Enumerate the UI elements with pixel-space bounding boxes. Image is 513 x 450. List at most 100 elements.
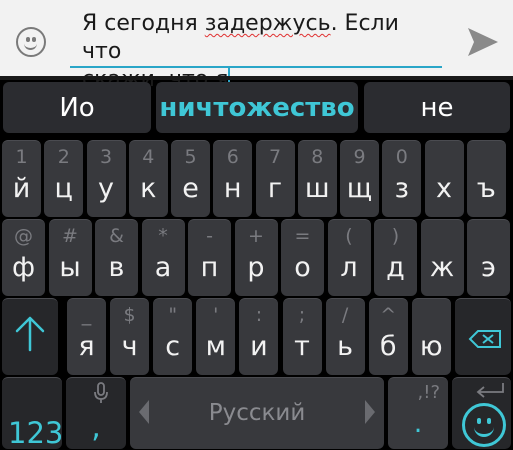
key-label: п: [200, 252, 219, 283]
space-key[interactable]: Русский: [130, 377, 384, 449]
key-secondary-label: ^: [380, 304, 397, 326]
key-label: ж: [429, 252, 455, 283]
divider: [0, 76, 513, 80]
key-label: о: [294, 252, 311, 283]
key-r3-7[interactable]: ^ б: [368, 298, 408, 375]
numbers-key-label: 123: [8, 416, 64, 450]
key-r3-1[interactable]: $ ч: [110, 298, 150, 375]
language-label: Русский: [208, 400, 306, 426]
key-label: в: [108, 252, 125, 283]
message-text-part: Я сегодня: [82, 11, 205, 36]
key-secondary-label: 0: [395, 146, 408, 168]
key-label: б: [379, 331, 397, 362]
key-secondary-label: 6: [226, 146, 239, 168]
key-r1-3[interactable]: 4к: [128, 140, 168, 217]
key-r1-1[interactable]: 2ц: [44, 140, 84, 217]
send-icon[interactable]: [466, 26, 500, 58]
key-label: р: [247, 252, 265, 283]
key-r3-5[interactable]: ; т: [282, 298, 322, 375]
key-secondary-label: 5: [184, 146, 197, 168]
key-r2-10[interactable]: э: [467, 219, 510, 296]
key-secondary-label: 2: [57, 146, 70, 168]
key-r1-5[interactable]: 6н: [213, 140, 253, 217]
key-secondary-label: /: [341, 304, 349, 326]
key-r3-8[interactable]: ю: [411, 298, 451, 375]
key-r1-9[interactable]: 0з: [382, 140, 422, 217]
key-label: ъ: [476, 173, 496, 204]
key-label: щ: [346, 173, 373, 204]
key-r1-6[interactable]: 7г: [255, 140, 295, 217]
enter-emoji-key[interactable]: [452, 377, 511, 449]
input-underline: [70, 66, 442, 68]
key-r3-0[interactable]: _ я: [67, 298, 106, 375]
key-secondary-label: ): [391, 225, 400, 247]
key-label: у: [98, 173, 114, 204]
key-r1-10[interactable]: х: [424, 140, 464, 217]
key-secondary-label: &: [109, 225, 124, 247]
key-secondary-label: ": [168, 304, 178, 326]
key-r2-5[interactable]: + р: [234, 219, 278, 296]
key-label: е: [182, 173, 199, 204]
key-r2-7[interactable]: (л: [327, 219, 371, 296]
key-secondary-label: 7: [268, 146, 282, 168]
emoji-icon[interactable]: [16, 27, 46, 57]
misspelled-word[interactable]: задержусь: [205, 11, 331, 36]
shift-arrow-icon: [15, 316, 45, 352]
key-r1-4[interactable]: 5е: [171, 140, 210, 217]
key-r2-1[interactable]: # ы: [48, 219, 92, 296]
key-label: г: [267, 173, 283, 204]
key-r1-2[interactable]: 3у: [86, 140, 126, 217]
key-r1-11[interactable]: ъ: [466, 140, 506, 217]
message-compose-bar: Я сегодня задержусь. Если что скажи, что…: [0, 0, 513, 92]
key-secondary-label: 8: [311, 146, 324, 168]
key-label: я: [78, 331, 95, 362]
prediction-center[interactable]: ничтожество: [156, 82, 358, 133]
numbers-key[interactable]: 123: [2, 377, 64, 450]
comma-key[interactable]: ,: [66, 377, 126, 449]
key-label: л: [340, 252, 358, 283]
key-r1-8[interactable]: 9щ: [340, 140, 379, 217]
key-secondary-label: 3: [99, 146, 113, 168]
emoji-icon: [462, 403, 506, 447]
key-secondary-label: ': [213, 304, 219, 326]
period-key-secondary: ,!?: [417, 382, 441, 403]
return-icon: [476, 383, 504, 398]
key-label: э: [481, 252, 496, 283]
key-label: х: [436, 173, 452, 204]
key-r2-8[interactable]: ) д: [374, 219, 417, 296]
key-r2-0[interactable]: @ ф: [2, 219, 45, 296]
key-r3-6[interactable]: / ь: [325, 298, 365, 375]
key-label: з: [394, 173, 409, 204]
key-secondary-label: -: [206, 225, 213, 247]
period-key-label: .: [413, 408, 423, 439]
key-secondary-label: #: [62, 225, 78, 247]
key-label: ь: [337, 331, 354, 362]
key-r3-4[interactable]: :и: [239, 298, 279, 375]
period-key[interactable]: ,!? .: [388, 377, 448, 449]
shift-key[interactable]: [2, 298, 58, 375]
prediction-left[interactable]: Ио: [3, 82, 151, 133]
key-secondary-label: _: [81, 304, 92, 326]
key-secondary-label: 4: [142, 146, 155, 168]
key-r2-3[interactable]: * а: [141, 219, 185, 296]
key-r1-7[interactable]: 8ш: [297, 140, 337, 217]
key-label: ю: [419, 331, 443, 362]
key-label: ш: [304, 173, 330, 204]
key-label: ц: [54, 173, 73, 204]
key-r3-3[interactable]: ' м: [196, 298, 236, 375]
key-r2-2[interactable]: & в: [95, 219, 138, 296]
key-r2-6[interactable]: = о: [281, 219, 324, 296]
key-secondary-label: +: [248, 225, 264, 247]
backspace-key[interactable]: [455, 298, 511, 375]
key-r2-4[interactable]: -п: [188, 219, 231, 296]
key-r1-0[interactable]: 1й: [2, 140, 41, 217]
key-r2-9[interactable]: ж: [420, 219, 464, 296]
key-label: т: [294, 331, 310, 362]
key-label: д: [386, 252, 405, 283]
key-label: ы: [59, 252, 81, 283]
prediction-right[interactable]: не: [364, 82, 510, 133]
key-secondary-label: :: [255, 304, 263, 326]
key-secondary-label: =: [294, 225, 311, 247]
key-secondary-label: *: [158, 225, 168, 247]
key-r3-2[interactable]: " с: [153, 298, 193, 375]
